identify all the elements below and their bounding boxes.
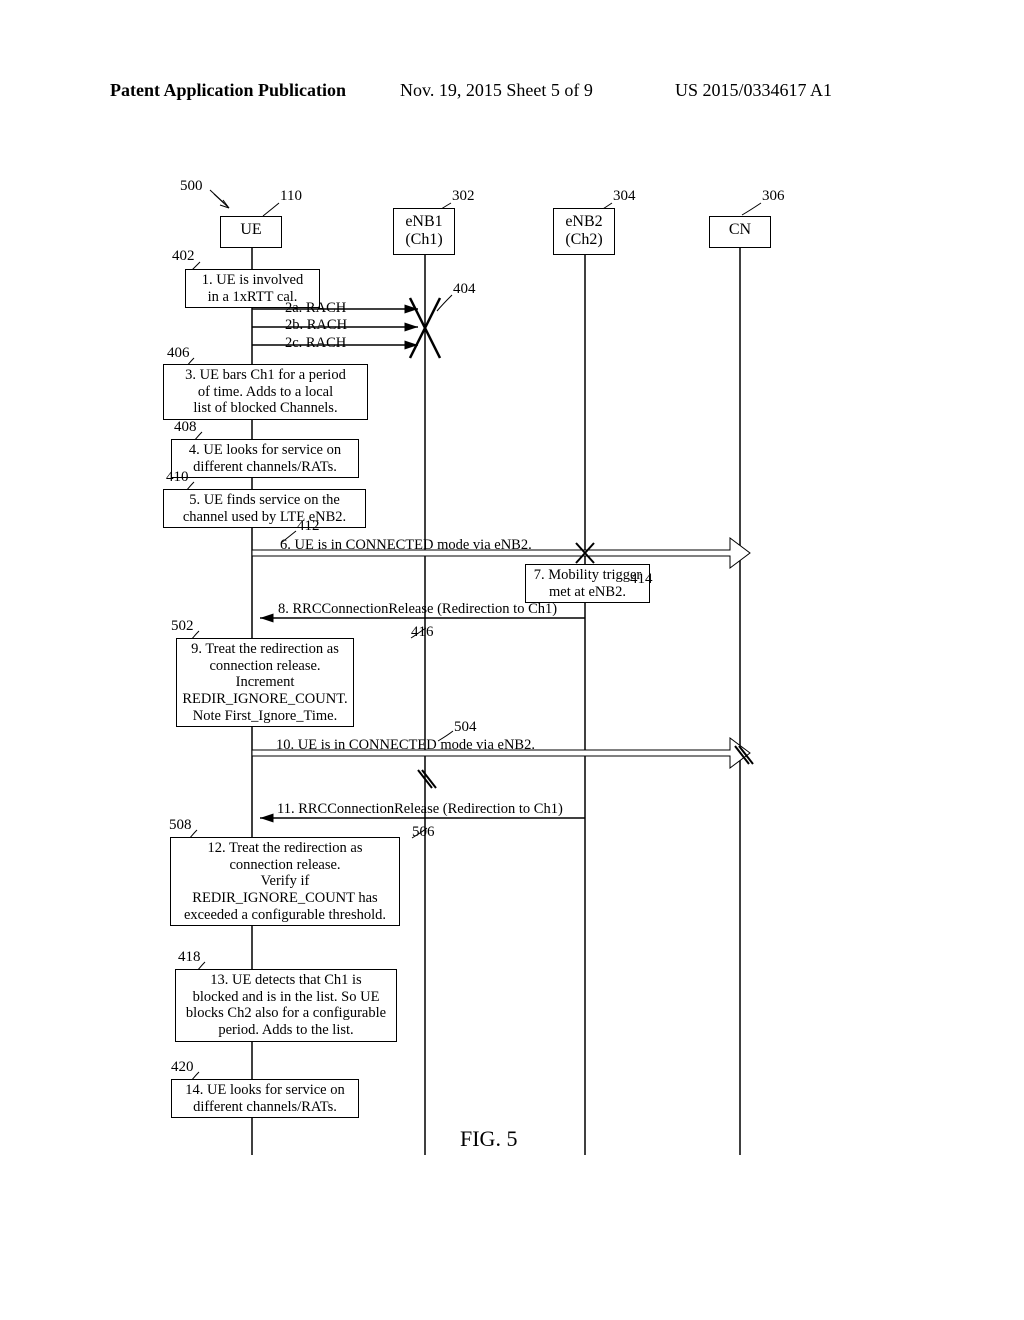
note-9: 9. Treat the redirection asconnection re… (176, 638, 354, 727)
ref-304: 304 (613, 188, 636, 205)
msg-8: 8. RRCConnectionRelease (Redirection to … (278, 601, 557, 618)
ref-416: 416 (411, 624, 434, 641)
ref-414: 414 (630, 571, 653, 588)
ref-408: 408 (174, 419, 197, 436)
ref-402: 402 (172, 248, 195, 265)
ref-500: 500 (180, 178, 203, 195)
ref-302: 302 (452, 188, 475, 205)
ref-508: 508 (169, 817, 192, 834)
ref-412: 412 (297, 518, 320, 535)
ref-110: 110 (280, 188, 302, 205)
note-14: 14. UE looks for service ondifferent cha… (171, 1079, 359, 1118)
actor-enb2-l1: eNB2 (565, 213, 602, 230)
note-3: 3. UE bars Ch1 for a periodof time. Adds… (163, 364, 368, 420)
figure-label: FIG. 5 (460, 1126, 517, 1152)
note-5: 5. UE finds service on thechannel used b… (163, 489, 366, 528)
actor-enb1: eNB1 (Ch1) (393, 208, 455, 255)
actor-enb1-l2: (Ch1) (405, 231, 442, 248)
header-center: Nov. 19, 2015 Sheet 5 of 9 (400, 80, 593, 101)
note-13: 13. UE detects that Ch1 isblocked and is… (175, 969, 397, 1042)
sequence-svg (0, 150, 1024, 1250)
actor-enb2: eNB2 (Ch2) (553, 208, 615, 255)
ref-506: 506 (412, 824, 435, 841)
actor-cn: CN (709, 216, 771, 248)
ref-502: 502 (171, 618, 194, 635)
actor-enb1-l1: eNB1 (405, 213, 442, 230)
msg-6: 6. UE is in CONNECTED mode via eNB2. (280, 537, 532, 554)
actor-ue: UE (220, 216, 282, 248)
ref-404: 404 (453, 281, 476, 298)
msg-2b: 2b. RACH (285, 317, 347, 334)
sequence-diagram: 500 UE eNB1 (Ch1) eNB2 (Ch2) CN 110 302 … (0, 150, 1024, 1250)
msg-2a: 2a. RACH (285, 300, 346, 317)
ref-504: 504 (454, 719, 477, 736)
ref-418: 418 (178, 949, 201, 966)
note-4: 4. UE looks for service ondifferent chan… (171, 439, 359, 478)
msg-2c: 2c. RACH (285, 335, 346, 352)
header-right: US 2015/0334617 A1 (675, 80, 832, 101)
msg-11: 11. RRCConnectionRelease (Redirection to… (277, 801, 563, 818)
ref-420: 420 (171, 1059, 194, 1076)
note-12: 12. Treat the redirection asconnection r… (170, 837, 400, 926)
actor-enb2-l2: (Ch2) (565, 231, 602, 248)
header-left: Patent Application Publication (110, 80, 346, 101)
ref-410: 410 (166, 469, 189, 486)
ref-306: 306 (762, 188, 785, 205)
msg-10: 10. UE is in CONNECTED mode via eNB2. (276, 737, 535, 754)
ref-406: 406 (167, 345, 190, 362)
